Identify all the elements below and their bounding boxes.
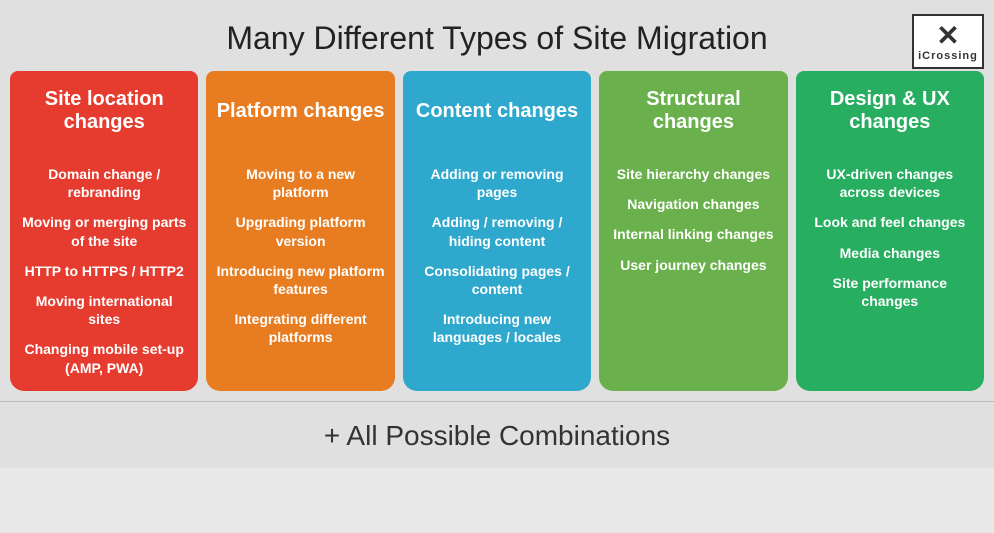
column-design-ux: Design & UX changesUX-driven changes acr… <box>796 71 984 391</box>
list-item: Domain change / rebranding <box>20 165 188 201</box>
col-header-structural: Structural changes <box>599 71 787 151</box>
logo-box: ✕ iCrossing <box>912 14 984 69</box>
col-body-design-ux: UX-driven changes across devices Look and… <box>796 151 984 391</box>
list-item: User journey changes <box>609 256 777 274</box>
list-item: Navigation changes <box>609 195 777 213</box>
logo-icon: ✕ <box>936 22 959 50</box>
page-title: Many Different Types of Site Migration <box>226 20 767 57</box>
column-site-location: Site location changesDomain change / reb… <box>10 71 198 391</box>
list-item: Moving to a new platform <box>216 165 384 201</box>
list-item: Media changes <box>806 244 974 262</box>
column-structural: Structural changesSite hierarchy changes… <box>599 71 787 391</box>
column-platform: Platform changesMoving to a new platform… <box>206 71 394 391</box>
list-item: Introducing new platform features <box>216 262 384 298</box>
col-header-platform: Platform changes <box>206 71 394 151</box>
list-item: Internal linking changes <box>609 225 777 243</box>
list-item: Moving international sites <box>20 292 188 328</box>
col-body-content: Adding or removing pages Adding / removin… <box>403 151 591 391</box>
col-header-content: Content changes <box>403 71 591 151</box>
col-body-site-location: Domain change / rebranding Moving or merg… <box>10 151 198 391</box>
list-item: Site hierarchy changes <box>609 165 777 183</box>
footer-text: + All Possible Combinations <box>0 402 994 468</box>
list-item: UX-driven changes across devices <box>806 165 974 201</box>
list-item: Look and feel changes <box>806 213 974 231</box>
list-item: Changing mobile set-up (AMP, PWA) <box>20 340 188 376</box>
header-row: Many Different Types of Site Migration ✕… <box>10 10 984 71</box>
list-item: Adding or removing pages <box>413 165 581 201</box>
col-body-structural: Site hierarchy changes Navigation changes… <box>599 151 787 391</box>
logo-brand: iCrossing <box>918 50 978 62</box>
footer-label: + All Possible Combinations <box>324 420 670 451</box>
col-header-design-ux: Design & UX changes <box>796 71 984 151</box>
column-content: Content changesAdding or removing pagesA… <box>403 71 591 391</box>
list-item: Site performance changes <box>806 274 974 310</box>
col-header-site-location: Site location changes <box>10 71 198 151</box>
col-body-platform: Moving to a new platform Upgrading platfo… <box>206 151 394 391</box>
columns-container: Site location changesDomain change / reb… <box>10 71 984 401</box>
page-container: Many Different Types of Site Migration ✕… <box>0 0 994 401</box>
list-item: Adding / removing / hiding content <box>413 213 581 249</box>
list-item: HTTP to HTTPS / HTTP2 <box>20 262 188 280</box>
list-item: Moving or merging parts of the site <box>20 213 188 249</box>
list-item: Upgrading platform version <box>216 213 384 249</box>
list-item: Integrating different platforms <box>216 310 384 346</box>
list-item: Introducing new languages / locales <box>413 310 581 346</box>
list-item: Consolidating pages / content <box>413 262 581 298</box>
